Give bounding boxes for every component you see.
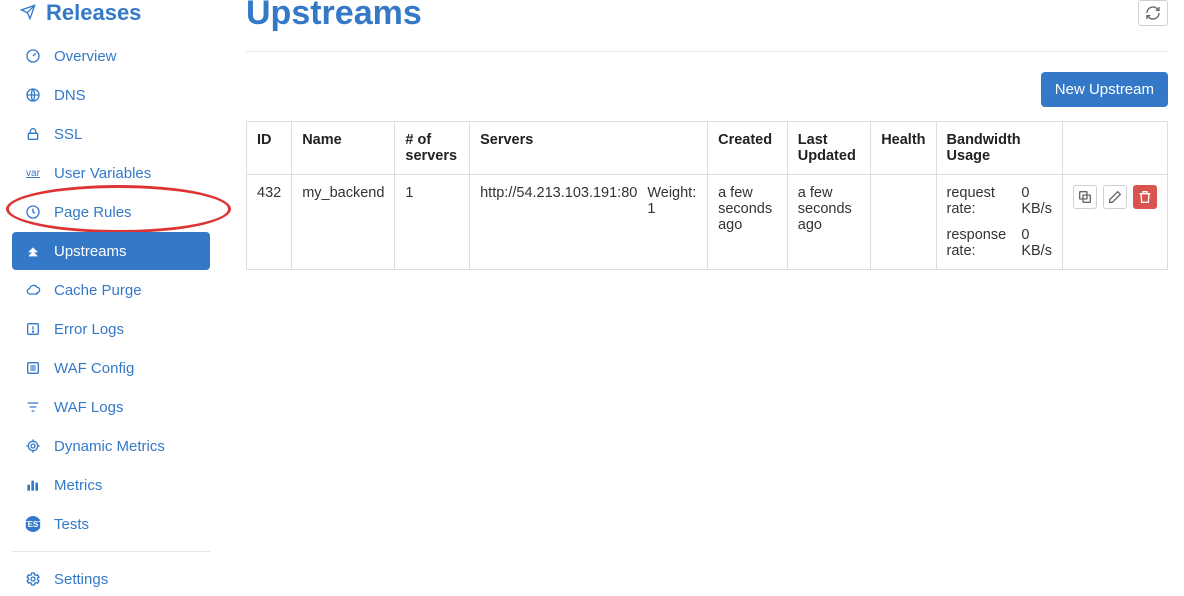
- alert-icon: [24, 320, 42, 338]
- sidebar-item-error-logs[interactable]: Error Logs: [12, 310, 210, 348]
- sidebar-item-metrics[interactable]: Metrics: [12, 466, 210, 504]
- sidebar-item-label: Cache Purge: [54, 282, 142, 299]
- cell-created: a few seconds ago: [708, 175, 788, 270]
- sidebar-item-upstreams[interactable]: Upstreams: [12, 232, 210, 270]
- upstreams-table: ID Name # of servers Servers Created Las…: [246, 121, 1168, 270]
- sidebar-item-user-variables[interactable]: var User Variables: [12, 154, 210, 192]
- bar-chart-icon: [24, 476, 42, 494]
- col-name: Name: [292, 122, 395, 175]
- test-badge-icon: TEST: [24, 515, 42, 533]
- edit-button[interactable]: [1103, 185, 1127, 209]
- sidebar-item-label: WAF Logs: [54, 399, 123, 416]
- sidebar-heading-releases[interactable]: Releases: [12, 0, 210, 36]
- radar-icon: [24, 437, 42, 455]
- trash-icon: [1137, 189, 1153, 205]
- refresh-icon: [1145, 5, 1161, 21]
- main-content: Upstreams New Upstream ID Name # of serv…: [222, 0, 1184, 596]
- sidebar-item-label: SSL: [54, 126, 82, 143]
- cell-actions: [1062, 175, 1167, 270]
- sidebar-item-tests[interactable]: TEST Tests: [12, 505, 210, 543]
- sidebar-item-label: Tests: [54, 516, 89, 533]
- bw-response-label: response rate:: [947, 227, 1010, 259]
- sidebar-heading-label: Releases: [46, 0, 141, 26]
- cloud-icon: [24, 281, 42, 299]
- sidebar-item-label: Overview: [54, 48, 117, 65]
- col-servers: Servers: [470, 122, 708, 175]
- bw-request-value: 0 KB/s: [1021, 185, 1052, 217]
- globe-icon: [24, 86, 42, 104]
- sidebar-item-label: User Variables: [54, 165, 151, 182]
- clock-icon: [24, 203, 42, 221]
- var-icon: var: [24, 164, 42, 182]
- delete-button[interactable]: [1133, 185, 1157, 209]
- edit-icon: [1107, 189, 1123, 205]
- copy-icon: [1077, 189, 1093, 205]
- col-created: Created: [708, 122, 788, 175]
- chevrons-up-icon: [24, 242, 42, 260]
- server-weight: Weight: 1: [647, 185, 697, 217]
- gear-icon: [24, 570, 42, 588]
- bw-request-label: request rate:: [947, 185, 1010, 217]
- sidebar-items: Overview DNS SSL var User Variables Page…: [12, 37, 210, 543]
- cell-servers: http://54.213.103.191:80 Weight: 1: [470, 175, 708, 270]
- col-actions: [1062, 122, 1167, 175]
- dashboard-icon: [24, 47, 42, 65]
- sidebar-item-label: WAF Config: [54, 360, 134, 377]
- paper-plane-icon: [20, 0, 36, 26]
- cell-updated: a few seconds ago: [787, 175, 870, 270]
- table-row: 432 my_backend 1 http://54.213.103.191:8…: [247, 175, 1168, 270]
- sidebar-divider: [12, 551, 210, 552]
- cell-bandwidth: request rate: response rate: 0 KB/s 0 KB…: [936, 175, 1062, 270]
- sidebar-item-label: DNS: [54, 87, 86, 104]
- sidebar-item-overview[interactable]: Overview: [12, 37, 210, 75]
- sidebar-item-settings[interactable]: Settings: [12, 560, 210, 596]
- page-title: Upstreams: [246, 0, 422, 33]
- col-health: Health: [871, 122, 936, 175]
- sidebar-item-cache-purge[interactable]: Cache Purge: [12, 271, 210, 309]
- col-bandwidth: Bandwidth Usage: [936, 122, 1062, 175]
- sidebar-item-label: Dynamic Metrics: [54, 438, 165, 455]
- server-url: http://54.213.103.191:80: [480, 185, 637, 217]
- sidebar-item-label: Error Logs: [54, 321, 124, 338]
- sidebar-item-label: Settings: [54, 571, 108, 588]
- sidebar-item-dns[interactable]: DNS: [12, 76, 210, 114]
- copy-button[interactable]: [1073, 185, 1097, 209]
- cell-health: [871, 175, 936, 270]
- sidebar-item-label: Upstreams: [54, 243, 127, 260]
- cell-id: 432: [247, 175, 292, 270]
- refresh-button[interactable]: [1138, 0, 1168, 26]
- col-servers-count: # of servers: [395, 122, 470, 175]
- sidebar-item-ssl[interactable]: SSL: [12, 115, 210, 153]
- sidebar-item-waf-config[interactable]: WAF Config: [12, 349, 210, 387]
- sidebar-item-page-rules[interactable]: Page Rules: [12, 193, 210, 231]
- list-icon: [24, 359, 42, 377]
- sidebar-item-waf-logs[interactable]: WAF Logs: [12, 388, 210, 426]
- bw-response-value: 0 KB/s: [1021, 227, 1052, 259]
- sidebar-item-label: Metrics: [54, 477, 102, 494]
- col-updated: Last Updated: [787, 122, 870, 175]
- cell-name: my_backend: [292, 175, 395, 270]
- col-id: ID: [247, 122, 292, 175]
- sidebar-item-label: Page Rules: [54, 204, 132, 221]
- lock-icon: [24, 125, 42, 143]
- new-upstream-button[interactable]: New Upstream: [1041, 72, 1168, 107]
- cell-servers-count: 1: [395, 175, 470, 270]
- filter-icon: [24, 398, 42, 416]
- sidebar-item-dynamic-metrics[interactable]: Dynamic Metrics: [12, 427, 210, 465]
- table-header-row: ID Name # of servers Servers Created Las…: [247, 122, 1168, 175]
- sidebar: Releases Overview DNS SSL var User Varia…: [0, 0, 222, 596]
